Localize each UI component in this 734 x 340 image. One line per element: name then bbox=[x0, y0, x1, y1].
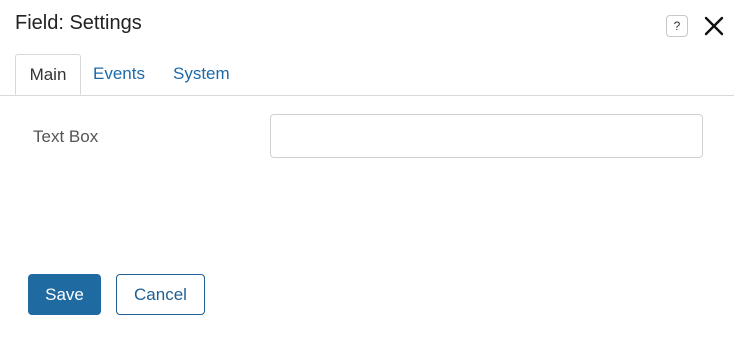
help-icon-glyph: ? bbox=[673, 19, 681, 33]
dialog-header: Field: Settings ? bbox=[0, 0, 734, 52]
tab-bar: Main Events System bbox=[0, 54, 734, 96]
tab-events[interactable]: Events bbox=[93, 54, 145, 94]
tab-system-label: System bbox=[173, 64, 230, 83]
close-button[interactable] bbox=[703, 15, 725, 37]
close-icon bbox=[704, 16, 724, 36]
tab-main[interactable]: Main bbox=[15, 54, 81, 95]
tab-system[interactable]: System bbox=[173, 54, 230, 94]
tab-main-label: Main bbox=[29, 65, 67, 84]
save-button[interactable]: Save bbox=[28, 274, 101, 315]
cancel-button-label: Cancel bbox=[134, 284, 187, 304]
dialog-title: Field: Settings bbox=[15, 12, 142, 34]
cancel-button[interactable]: Cancel bbox=[116, 274, 205, 315]
save-button-label: Save bbox=[45, 284, 84, 304]
text-box-label: Text Box bbox=[33, 127, 99, 146]
text-box-input[interactable] bbox=[270, 114, 703, 158]
help-icon[interactable]: ? bbox=[666, 15, 688, 37]
tab-events-label: Events bbox=[93, 64, 145, 83]
